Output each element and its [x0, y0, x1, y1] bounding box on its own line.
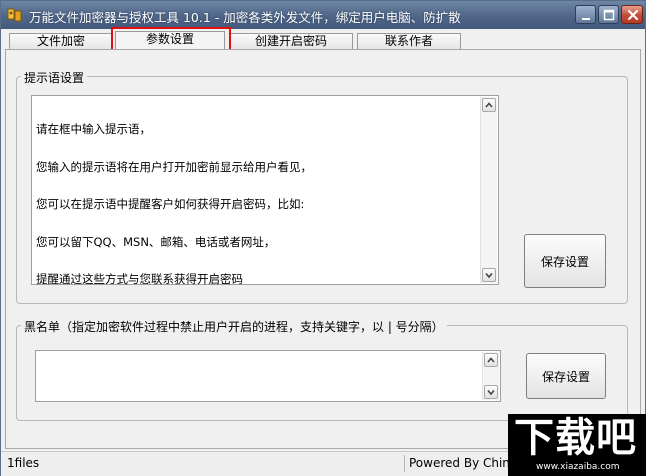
- save-prompt-button[interactable]: 保存设置: [524, 234, 606, 288]
- prompt-group-legend: 提示语设置: [21, 69, 88, 86]
- close-icon: [627, 9, 639, 21]
- blacklist-scrollbar[interactable]: [482, 352, 499, 400]
- prompt-text-content: 请在框中输入提示语， 您输入的提示语将在用户打开加密前显示给用户看见， 您可以在…: [36, 98, 478, 311]
- minimize-button[interactable]: [575, 5, 596, 24]
- prompt-line: 请在框中输入提示语，: [36, 122, 151, 136]
- prompt-groupbox: 提示语设置 请在框中输入提示语， 您输入的提示语将在用户打开加密前显示给用户看见…: [16, 69, 628, 304]
- blacklist-textarea[interactable]: [35, 350, 501, 402]
- minimize-icon: [582, 18, 590, 20]
- watermark-main-text: 下载吧: [514, 415, 637, 461]
- app-window: 万能文件加密器与授权工具 10.1 - 加密各类外发文件，绑定用户电脑、防扩散 …: [0, 0, 646, 476]
- prompt-line: 您输入的提示语将在用户打开加密前显示给用户看见，: [36, 159, 312, 174]
- app-logo-icon: [7, 8, 22, 22]
- title-bar[interactable]: 万能文件加密器与授权工具 10.1 - 加密各类外发文件，绑定用户电脑、防扩散: [1, 1, 645, 29]
- prompt-textarea[interactable]: 请在框中输入提示语， 您输入的提示语将在用户打开加密前显示给用户看见， 您可以在…: [31, 95, 499, 285]
- prompt-line: 您可以留下QQ、MSN、邮箱、电话或者网址，: [36, 234, 276, 249]
- maximize-icon: [603, 9, 615, 21]
- scroll-down-button[interactable]: [484, 385, 498, 399]
- prompt-line: 提醒通过这些方式与您联系获得开启密码: [36, 272, 243, 286]
- blacklist-group-legend: 黑名单（指定加密软件过程中禁止用户开启的进程，支持关键字，以 | 号分隔）: [21, 318, 447, 335]
- prompt-scrollbar[interactable]: [480, 97, 497, 283]
- arrow-down-icon: [487, 389, 495, 396]
- watermark-logo: 下载吧 www.xiazaiba.com: [508, 414, 646, 476]
- tab-create-open-password[interactable]: 创建开启密码: [229, 33, 353, 50]
- save-blacklist-button[interactable]: 保存设置: [526, 353, 606, 399]
- tab-file-encrypt[interactable]: 文件加密: [9, 33, 113, 50]
- scroll-up-button[interactable]: [482, 98, 496, 112]
- watermark-url: www.xiazaiba.com: [536, 462, 620, 472]
- prompt-line: 您可以在提示语中提醒客户如何获得开启密码，比如:: [36, 197, 305, 211]
- settings-panel: 提示语设置 请在框中输入提示语， 您输入的提示语将在用户打开加密前显示给用户看见…: [5, 49, 641, 449]
- arrow-down-icon: [485, 272, 493, 279]
- window-title: 万能文件加密器与授权工具 10.1 - 加密各类外发文件，绑定用户电脑、防扩散: [29, 10, 461, 25]
- arrow-up-icon: [485, 102, 493, 108]
- scroll-up-button[interactable]: [484, 353, 498, 367]
- blacklist-groupbox: 黑名单（指定加密软件过程中禁止用户开启的进程，支持关键字，以 | 号分隔） 保存…: [16, 318, 628, 421]
- status-powered-by: Powered By China: [409, 456, 518, 470]
- close-button[interactable]: [621, 5, 643, 24]
- tab-contact-author[interactable]: 联系作者: [357, 33, 461, 50]
- status-file-count: 1files: [7, 456, 40, 470]
- scroll-down-button[interactable]: [482, 268, 496, 282]
- arrow-up-icon: [487, 357, 495, 363]
- maximize-button[interactable]: [598, 5, 619, 24]
- status-separator: [404, 455, 405, 472]
